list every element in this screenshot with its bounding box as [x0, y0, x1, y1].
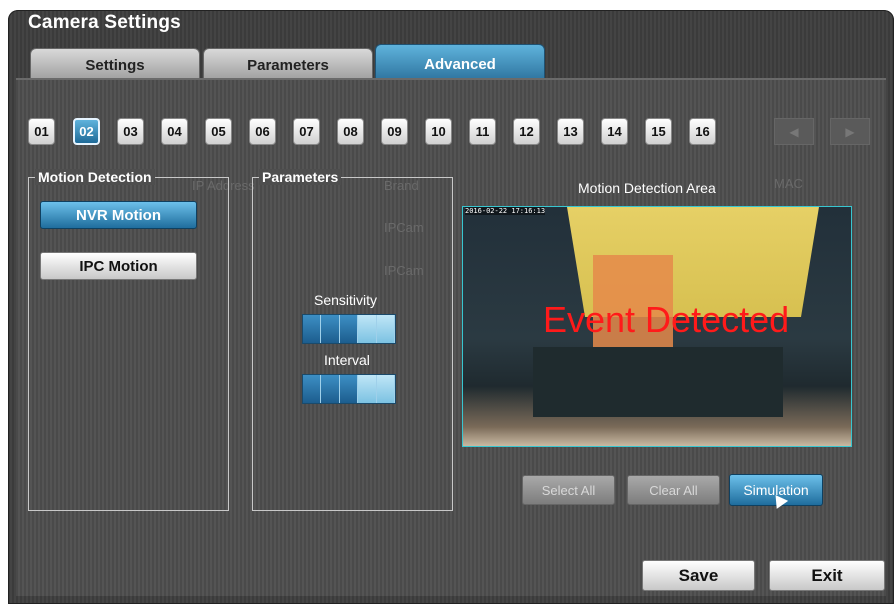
channel-button-14[interactable]: 14 [601, 118, 628, 145]
event-detected-text: Event Detected [543, 299, 790, 340]
sensitivity-segment[interactable] [376, 315, 396, 343]
channel-button-06[interactable]: 06 [249, 118, 276, 145]
tab-parameters[interactable]: Parameters [203, 48, 373, 82]
motion-detection-area[interactable]: 2016-02-22 17:16:13 Event Detected [462, 206, 852, 447]
interval-slider[interactable] [302, 374, 396, 404]
channel-button-08[interactable]: 08 [337, 118, 364, 145]
camera-timestamp: 2016-02-22 17:16:13 [465, 207, 546, 215]
channel-button-05[interactable]: 05 [205, 118, 232, 145]
parameters-legend: Parameters [259, 169, 342, 185]
sensitivity-slider[interactable] [302, 314, 396, 344]
interval-segment[interactable] [303, 375, 322, 403]
sensitivity-segment[interactable] [321, 315, 340, 343]
channel-button-10[interactable]: 10 [425, 118, 452, 145]
channel-button-02[interactable]: 02 [73, 118, 100, 145]
channel-button-13[interactable]: 13 [557, 118, 584, 145]
save-button[interactable]: Save [642, 560, 755, 591]
ghost-header-mac: MAC [774, 176, 803, 191]
motion-area-title: Motion Detection Area [578, 180, 716, 196]
interval-segment[interactable] [358, 375, 377, 403]
channel-button-11[interactable]: 11 [469, 118, 496, 145]
parameters-group: Parameters [252, 169, 453, 511]
interval-segment[interactable] [339, 375, 359, 403]
window-title: Camera Settings [28, 12, 181, 33]
prev-page-icon[interactable]: ◀ [774, 118, 814, 145]
nvr-motion-button[interactable]: NVR Motion [40, 201, 197, 229]
interval-label: Interval [324, 352, 370, 368]
sensitivity-label: Sensitivity [314, 292, 378, 308]
exit-button[interactable]: Exit [769, 560, 885, 591]
tab-settings[interactable]: Settings [30, 48, 200, 82]
sensitivity-segment[interactable] [358, 315, 377, 343]
channel-button-04[interactable]: 04 [161, 118, 188, 145]
channel-button-15[interactable]: 15 [645, 118, 672, 145]
channel-button-16[interactable]: 16 [689, 118, 716, 145]
interval-segment[interactable] [321, 375, 340, 403]
camera-object-shadow [533, 347, 783, 417]
channel-button-12[interactable]: 12 [513, 118, 540, 145]
channel-button-09[interactable]: 09 [381, 118, 408, 145]
interval-segment[interactable] [376, 375, 396, 403]
clear-all-button[interactable]: Clear All [627, 475, 720, 505]
channel-button-01[interactable]: 01 [28, 118, 55, 145]
channel-button-03[interactable]: 03 [117, 118, 144, 145]
channel-button-07[interactable]: 07 [293, 118, 320, 145]
ipc-motion-button[interactable]: IPC Motion [40, 252, 197, 280]
sensitivity-segment[interactable] [303, 315, 322, 343]
next-page-icon[interactable]: ▶ [830, 118, 870, 145]
sensitivity-segment[interactable] [339, 315, 359, 343]
motion-detection-legend: Motion Detection [35, 169, 155, 185]
select-all-button[interactable]: Select All [522, 475, 615, 505]
